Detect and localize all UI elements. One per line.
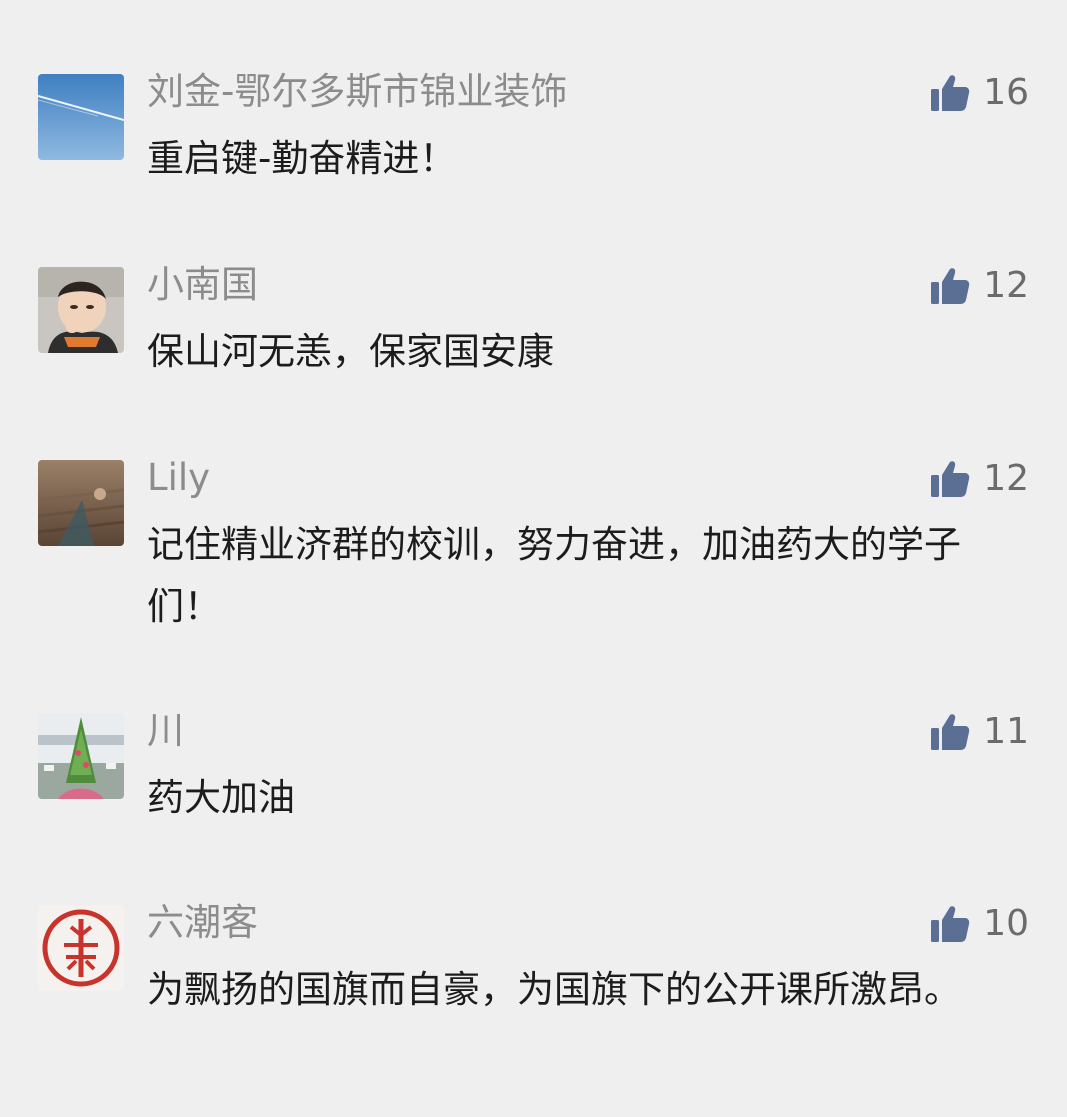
like-button[interactable]: 11 — [929, 707, 1029, 757]
like-button[interactable]: 10 — [929, 899, 1029, 949]
like-button[interactable]: 16 — [929, 68, 1029, 118]
comment-content: 药大加油 — [147, 776, 295, 819]
comment-nickname: 六潮客 — [147, 901, 258, 944]
avatar[interactable] — [38, 460, 124, 546]
thumbs-up-icon — [931, 461, 970, 497]
thumbs-up-icon — [931, 75, 970, 111]
like-count: 16 — [983, 72, 1029, 113]
comment-content: 记住精业济群的校训，努力奋进，加油药大的学子们！ — [147, 523, 961, 628]
avatar[interactable] — [38, 74, 124, 160]
comment-nickname: 川 — [147, 709, 184, 752]
like-count: 12 — [983, 265, 1029, 306]
thumbs-up-icon — [931, 714, 970, 750]
avatar[interactable] — [38, 905, 124, 991]
avatar[interactable] — [38, 267, 124, 353]
comment-nickname: 刘金-鄂尔多斯市锦业装饰 — [147, 70, 568, 113]
comment-content: 为飘扬的国旗而自豪，为国旗下的公开课所激昂。 — [147, 968, 961, 1011]
thumbs-up-icon — [931, 906, 970, 942]
thumbs-up-icon — [931, 268, 970, 304]
comment-content: 保山河无恙，保家国安康 — [147, 330, 554, 373]
like-count: 10 — [983, 903, 1029, 944]
comment-nickname: Lily — [147, 456, 211, 499]
avatar[interactable] — [38, 713, 124, 799]
like-button[interactable]: 12 — [929, 454, 1029, 504]
comment-content: 重启键-勤奋精进！ — [147, 137, 457, 180]
like-button[interactable]: 12 — [929, 261, 1029, 311]
like-count: 12 — [983, 458, 1029, 499]
like-count: 11 — [983, 711, 1029, 752]
comment-nickname: 小南国 — [147, 263, 258, 306]
